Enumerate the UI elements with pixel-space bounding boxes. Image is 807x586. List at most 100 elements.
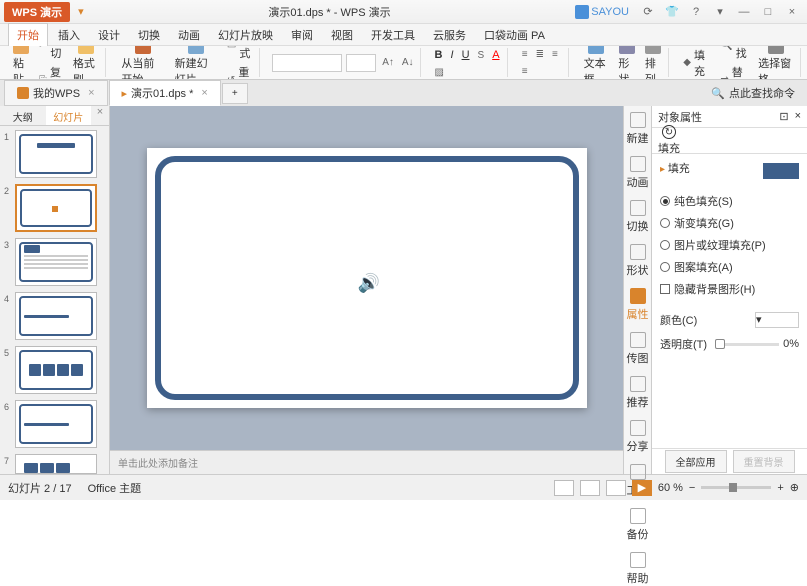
menu-developer[interactable]: 开发工具 [363,24,423,46]
paste-button[interactable]: 粘贴 [10,46,33,80]
strike-icon[interactable]: S [476,49,487,62]
rail-recommend[interactable]: 推荐 [627,376,649,410]
align-left-icon[interactable]: ≡ [550,48,560,61]
maximize-button[interactable]: □ [757,3,779,21]
italic-icon[interactable]: I [449,48,456,62]
user-name[interactable]: SAYOU [591,6,629,18]
opacity-slider[interactable] [715,343,779,346]
menu-animation[interactable]: 动画 [170,24,208,46]
menu-start[interactable]: 开始 [8,23,48,46]
new-tab-button[interactable]: + [222,83,248,104]
zoom-out-button[interactable]: − [689,482,695,494]
layout-button[interactable]: ▭ 版式 [225,46,255,62]
find-button[interactable]: 🔍 查找 [718,46,751,62]
slideshow-button[interactable]: ▶ [632,480,652,496]
props-menu-icon[interactable]: ⊡ [779,110,788,123]
slide-thumb-1[interactable] [15,130,97,178]
zoom-slider[interactable] [701,486,771,489]
slide-thumb-4[interactable] [15,292,97,340]
rail-properties[interactable]: 属性 [627,288,649,322]
close-button[interactable]: × [781,3,803,21]
slide-thumb-5[interactable] [15,346,97,394]
reset-button[interactable]: ↺ 重置 [225,63,255,80]
view-reading-button[interactable] [606,480,626,496]
select-pane-button[interactable]: 选择窗格 [755,46,796,80]
bold-icon[interactable]: B [433,48,445,62]
menu-view[interactable]: 视图 [323,24,361,46]
rail-transition[interactable]: 切换 [627,200,649,234]
home-tab[interactable]: 我的WPS× [4,80,108,106]
sync-icon[interactable]: ⟳ [637,3,659,21]
color-picker-button[interactable]: ▾ [755,312,799,328]
close-icon[interactable]: × [88,87,94,99]
notes-pane[interactable]: 单击此处添加备注 [110,450,623,474]
rail-shapes[interactable]: 形状 [627,244,649,278]
slide-thumb-6[interactable] [15,400,97,448]
props-tab-fill[interactable]: 填充 [658,125,680,156]
menu-pocket-anim[interactable]: 口袋动画 PA [476,24,553,46]
menu-design[interactable]: 设计 [90,24,128,46]
arrange-button[interactable]: 排列 [642,46,664,80]
menu-slideshow[interactable]: 幻灯片放映 [210,24,281,46]
copy-button[interactable]: ⎘ 复制 [37,63,66,80]
close-icon[interactable]: × [201,87,207,99]
rail-upload[interactable]: 传图 [627,332,649,366]
numbering-icon[interactable]: ≣ [534,48,546,61]
view-sorter-button[interactable] [580,480,600,496]
font-combo[interactable] [272,54,342,72]
rail-new[interactable]: 新建 [627,112,649,146]
user-avatar[interactable] [575,5,589,19]
menu-review[interactable]: 审阅 [283,24,321,46]
file-tab[interactable]: ▸演示01.dps *× [109,80,221,106]
menu-cloud[interactable]: 云服务 [425,24,474,46]
thumbnail-list[interactable]: 1 2 3 4 5 6 7 [0,126,109,474]
apply-all-button[interactable]: 全部应用 [665,450,727,473]
radio-pattern-fill[interactable]: 图案填充(A) [660,256,799,278]
increase-font-icon[interactable]: A↑ [380,56,396,69]
fit-button[interactable]: ⊕ [790,481,799,494]
radio-gradient-fill[interactable]: 渐变填充(G) [660,212,799,234]
fill-button[interactable]: ◆ 填充 [681,46,714,80]
radio-picture-fill[interactable]: 图片或纹理填充(P) [660,234,799,256]
font-color-icon[interactable]: A [490,48,501,62]
slide-thumb-3[interactable] [15,238,97,286]
underline-icon[interactable]: U [460,48,472,62]
outline-tab-slides[interactable]: 幻灯片 [46,106,92,125]
props-close-icon[interactable]: × [795,110,801,123]
fill-color-swatch[interactable] [763,163,799,179]
menu-transition[interactable]: 切换 [130,24,168,46]
rail-share[interactable]: 分享 [627,420,649,454]
shapes-button[interactable]: 形状 [615,46,637,80]
rail-backup[interactable]: 备份 [627,508,649,542]
search-icon[interactable]: 🔍 [711,87,725,100]
reset-bg-button[interactable]: 重置背景 [733,450,795,473]
outline-close-icon[interactable]: × [91,106,109,125]
bullets-icon[interactable]: ≡ [520,48,530,61]
format-painter-button[interactable]: 格式刷 [70,46,101,80]
dropdown-icon[interactable]: ▾ [709,3,731,21]
cut-button[interactable]: ✂ 剪切 [37,46,66,62]
audio-icon[interactable]: 🔊 [358,273,380,294]
view-normal-button[interactable] [554,480,574,496]
menu-insert[interactable]: 插入 [50,24,88,46]
minimize-button[interactable]: — [733,3,755,21]
slide-thumb-7[interactable] [15,454,97,474]
decrease-font-icon[interactable]: A↓ [400,56,416,69]
replace-button[interactable]: ⇄ 替换 [718,63,751,80]
font-size-combo[interactable] [346,54,376,72]
rail-animation[interactable]: 动画 [627,156,649,190]
textbox-button[interactable]: 文本框 [581,46,612,80]
slide-canvas[interactable]: 🔊 [147,148,587,408]
zoom-in-button[interactable]: + [777,482,783,494]
search-placeholder[interactable]: 点此查找命令 [729,85,795,101]
skin-icon[interactable]: 👕 [661,3,683,21]
new-slide-button[interactable]: 新建幻灯片 [172,46,221,80]
checkbox-hide-bg[interactable]: 隐藏背景图形(H) [660,278,799,300]
slide-thumb-2[interactable] [15,184,97,232]
outline-tab-text[interactable]: 大纲 [0,106,46,125]
radio-solid-fill[interactable]: 纯色填充(S) [660,190,799,212]
rail-help[interactable]: 帮助 [627,552,649,586]
highlight-icon[interactable]: ▨ [433,66,446,79]
align-center-icon[interactable]: ≡ [520,65,530,78]
from-current-button[interactable]: 从当前开始 [118,46,167,80]
